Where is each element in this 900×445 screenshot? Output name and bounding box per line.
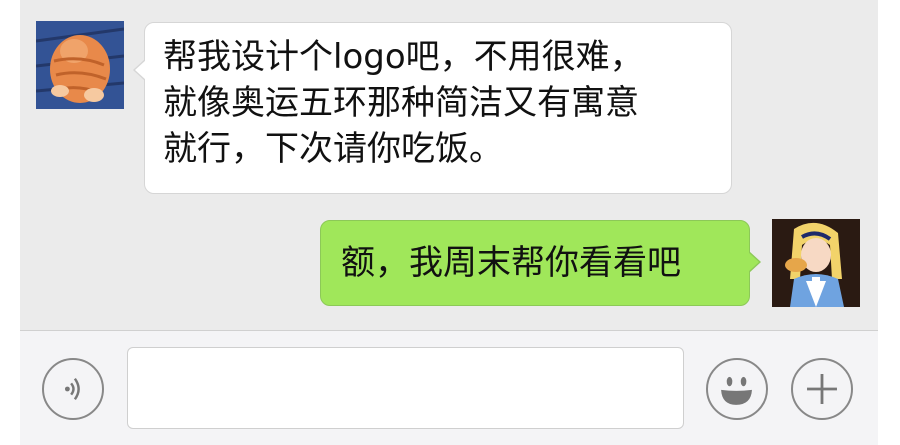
voice-icon	[64, 377, 80, 401]
voice-button[interactable]	[42, 358, 104, 420]
message-text: 额，我周末帮你看看吧	[341, 243, 681, 283]
message-line: 就像奥运五环那种简洁又有寓意	[163, 83, 639, 123]
emoji-button[interactable]	[706, 358, 768, 420]
plus-icon	[807, 374, 837, 404]
message-input[interactable]	[127, 347, 684, 429]
message-line: 就行，下次请你吃饭。	[163, 129, 503, 169]
my-avatar[interactable]	[772, 219, 860, 307]
incoming-message-bubble[interactable]: 帮我设计个logo吧，不用很难， 就像奥运五环那种简洁又有寓意 就行，下次请你吃…	[133, 22, 732, 194]
message-line: 帮我设计个logo吧，不用很难，	[163, 37, 644, 77]
orange-cat-avatar-icon	[36, 21, 124, 109]
emoji-icon	[721, 376, 752, 405]
outgoing-message-bubble[interactable]: 额，我周末帮你看看吧	[320, 220, 761, 306]
cartoon-girl-avatar-icon	[772, 219, 860, 307]
more-button[interactable]	[791, 358, 853, 420]
contact-avatar[interactable]	[36, 21, 124, 109]
